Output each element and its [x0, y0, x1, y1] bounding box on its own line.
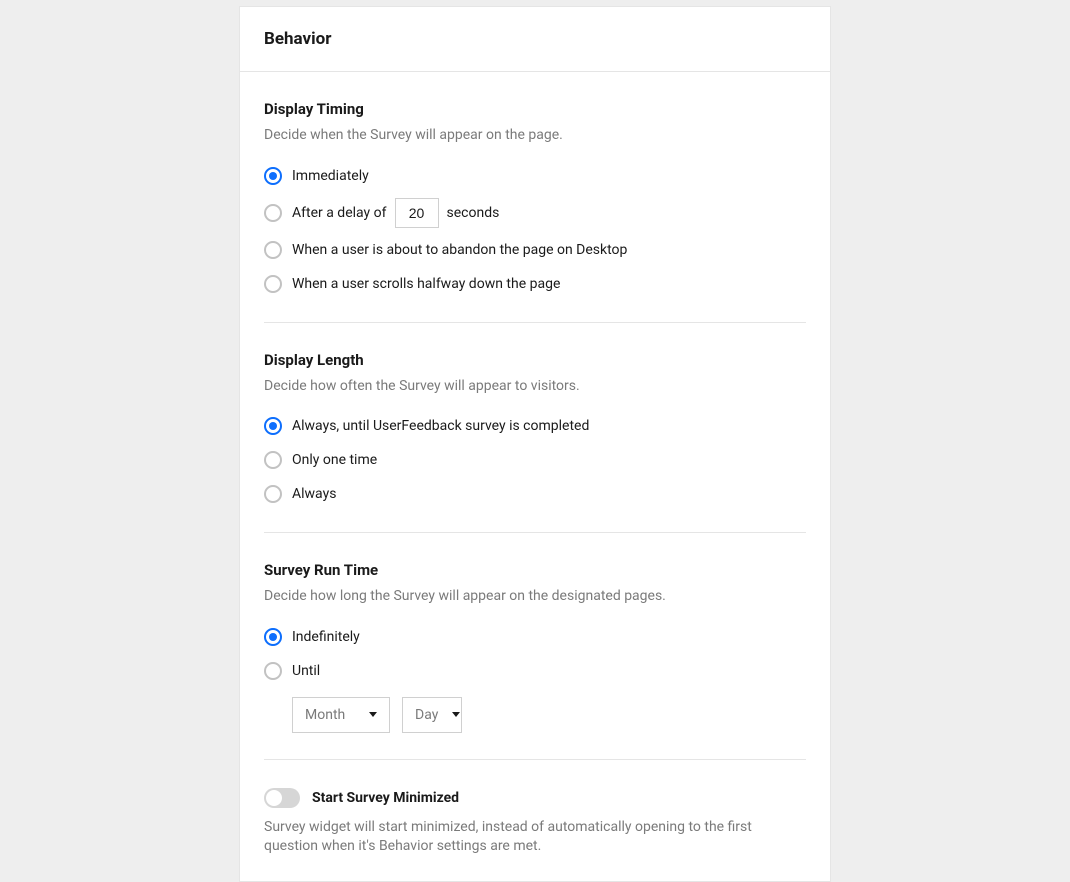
radio-label: Only one time — [292, 452, 377, 468]
display-timing-desc: Decide when the Survey will appear on th… — [264, 126, 806, 146]
radio-label: Always — [292, 486, 336, 502]
display-timing-options: Immediately After a delay of seconds Whe… — [264, 164, 806, 296]
length-option-one-time[interactable]: Only one time — [264, 448, 806, 472]
display-timing-title: Display Timing — [264, 100, 806, 118]
radio-label: When a user scrolls halfway down the pag… — [292, 276, 560, 292]
runtime-option-indefinitely[interactable]: Indefinitely — [264, 625, 806, 649]
month-select[interactable]: Month — [292, 697, 390, 733]
card-title: Behavior — [264, 29, 806, 49]
month-select-label: Month — [305, 707, 345, 723]
radio-label: Until — [292, 663, 320, 679]
display-length-desc: Decide how often the Survey will appear … — [264, 377, 806, 397]
radio-icon — [264, 167, 282, 185]
chevron-down-icon — [452, 712, 460, 717]
minimized-label: Start Survey Minimized — [312, 790, 459, 806]
timing-option-abandon[interactable]: When a user is about to abandon the page… — [264, 238, 806, 262]
radio-label: After a delay of seconds — [292, 198, 499, 228]
radio-icon — [264, 241, 282, 259]
behavior-card: Behavior Display Timing Decide when the … — [239, 6, 831, 882]
display-length-title: Display Length — [264, 351, 806, 369]
card-body: Display Timing Decide when the Survey wi… — [240, 72, 830, 881]
radio-icon — [264, 451, 282, 469]
display-length-section: Display Length Decide how often the Surv… — [264, 323, 806, 534]
until-date-row: Month Day — [292, 697, 806, 733]
minimized-section: Start Survey Minimized Survey widget wil… — [264, 760, 806, 857]
run-time-options: Indefinitely Until — [264, 625, 806, 683]
radio-icon — [264, 204, 282, 222]
minimized-toggle-row: Start Survey Minimized — [264, 788, 806, 808]
delay-prefix: After a delay of — [292, 205, 387, 221]
minimized-toggle[interactable] — [264, 788, 300, 808]
radio-label: Indefinitely — [292, 629, 360, 645]
day-select[interactable]: Day — [402, 697, 462, 733]
radio-icon — [264, 485, 282, 503]
delay-seconds-input[interactable] — [395, 198, 439, 228]
day-select-label: Day — [415, 707, 438, 723]
display-length-options: Always, until UserFeedback survey is com… — [264, 414, 806, 506]
radio-icon — [264, 662, 282, 680]
radio-label: When a user is about to abandon the page… — [292, 242, 627, 258]
radio-icon — [264, 275, 282, 293]
display-timing-section: Display Timing Decide when the Survey wi… — [264, 72, 806, 323]
run-time-section: Survey Run Time Decide how long the Surv… — [264, 533, 806, 760]
timing-option-scroll[interactable]: When a user scrolls halfway down the pag… — [264, 272, 806, 296]
length-option-always[interactable]: Always — [264, 482, 806, 506]
run-time-title: Survey Run Time — [264, 561, 806, 579]
delay-suffix: seconds — [447, 205, 500, 221]
chevron-down-icon — [369, 712, 377, 717]
minimized-desc: Survey widget will start minimized, inst… — [264, 818, 806, 857]
runtime-option-until[interactable]: Until — [264, 659, 806, 683]
timing-option-delay[interactable]: After a delay of seconds — [264, 198, 806, 228]
radio-icon — [264, 628, 282, 646]
length-option-until-complete[interactable]: Always, until UserFeedback survey is com… — [264, 414, 806, 438]
timing-option-immediately[interactable]: Immediately — [264, 164, 806, 188]
radio-label: Always, until UserFeedback survey is com… — [292, 418, 589, 434]
run-time-desc: Decide how long the Survey will appear o… — [264, 587, 806, 607]
radio-icon — [264, 417, 282, 435]
radio-label: Immediately — [292, 168, 369, 184]
card-header: Behavior — [240, 7, 830, 72]
